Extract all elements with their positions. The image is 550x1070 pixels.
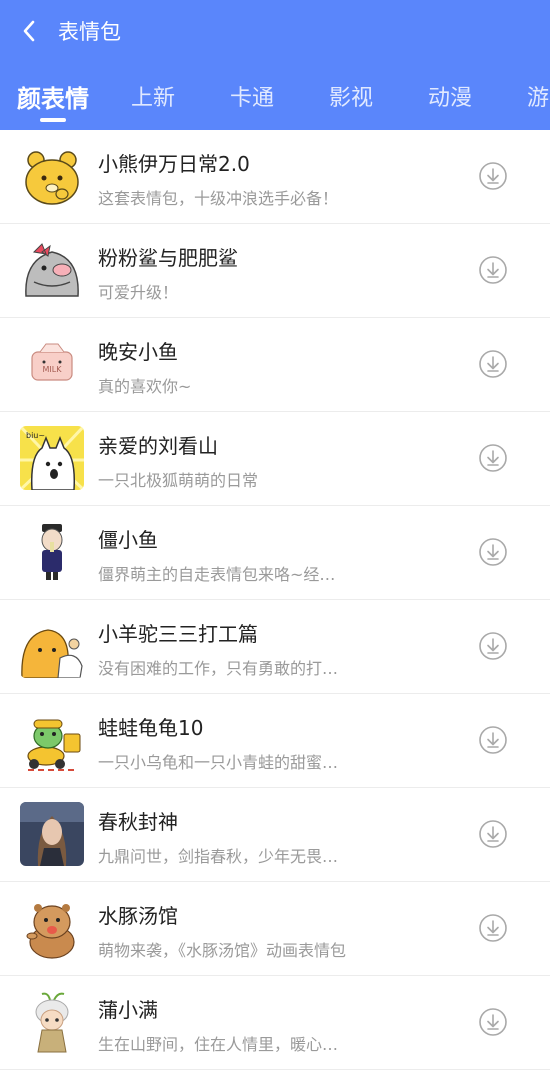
tab-katong[interactable]: 卡通 — [230, 80, 274, 112]
pack-description: 一只北极狐萌萌的日常 — [98, 471, 259, 490]
active-tab-indicator — [40, 118, 66, 122]
sticker-pack-item[interactable]: biu~ 亲爱的刘看山 一只北极狐萌萌的日常 — [0, 412, 550, 506]
pack-name: 粉粉鲨与肥肥鲨 — [98, 246, 238, 270]
pack-thumbnail: MILK — [20, 332, 84, 396]
pack-thumbnail — [20, 520, 84, 584]
download-icon[interactable] — [478, 725, 508, 755]
download-icon[interactable] — [478, 537, 508, 567]
milk-box-label: MILK — [43, 365, 63, 374]
alpaca-thumbnail-image — [21, 629, 83, 678]
download-icon[interactable] — [478, 161, 508, 191]
sticker-pack-item[interactable]: 僵小鱼 僵界萌主的自走表情包来咯~经… — [0, 506, 550, 600]
pack-name: 小羊驼三三打工篇 — [98, 622, 258, 646]
download-icon[interactable] — [478, 349, 508, 379]
pack-thumbnail: biu~ — [20, 426, 84, 490]
capybara-thumbnail-image — [26, 904, 75, 959]
pack-thumbnail — [20, 896, 84, 960]
sticker-pack-item[interactable]: 水豚汤馆 萌物来袭，《水豚汤馆》动画表情包 — [0, 882, 550, 976]
download-icon[interactable] — [478, 255, 508, 285]
pack-thumbnail — [20, 614, 84, 678]
tab-yingshi[interactable]: 影视 — [329, 80, 373, 112]
tab-shangxin[interactable]: 上新 — [131, 80, 175, 112]
download-icon[interactable] — [478, 1007, 508, 1037]
pu-xiaoman-thumbnail-image — [35, 992, 69, 1053]
sticker-pack-item[interactable]: 蛙蛙龟龟10 一只小乌龟和一只小青蛙的甜蜜… — [0, 694, 550, 788]
pack-name: 僵小鱼 — [98, 528, 158, 552]
pack-description: 可爱升级！ — [98, 283, 179, 302]
pack-description: 僵界萌主的自走表情包来咯~经… — [98, 565, 336, 584]
pack-description: 九鼎问世，剑指春秋，少年无畏… — [98, 847, 339, 866]
download-icon[interactable] — [478, 819, 508, 849]
sticker-pack-item[interactable]: 小熊伊万日常2.0 这套表情包，十级冲浪选手必备！ — [0, 130, 550, 224]
pack-description: 一只小乌龟和一只小青蛙的甜蜜… — [98, 753, 339, 772]
zombie-fish-thumbnail-image — [41, 524, 63, 580]
shark-thumbnail-image — [25, 243, 79, 297]
pack-description: 真的喜欢你~ — [98, 377, 192, 396]
milk-fish-thumbnail-image: MILK — [31, 343, 73, 381]
pack-name: 春秋封神 — [98, 810, 178, 834]
sticker-pack-item[interactable]: MILK 晚安小鱼 真的喜欢你~ — [0, 318, 550, 412]
tab-you[interactable]: 游 — [527, 80, 549, 112]
back-button[interactable] — [0, 0, 58, 62]
app-header: 表情包 颜表情 上新 卡通 影视 动漫 游 — [0, 0, 550, 130]
pack-description: 这套表情包，十级冲浪选手必备！ — [98, 189, 339, 208]
tab-dongman[interactable]: 动漫 — [428, 80, 472, 112]
page-title: 表情包 — [58, 20, 121, 44]
sticker-pack-item[interactable]: 春秋封神 九鼎问世，剑指春秋，少年无畏… — [0, 788, 550, 882]
fox-thumbnail-image: biu~ — [20, 426, 84, 490]
top-bar: 表情包 — [0, 0, 550, 62]
pack-name: 蒲小满 — [98, 998, 158, 1022]
download-icon[interactable] — [478, 631, 508, 661]
frog-turtle-thumbnail-image — [27, 719, 81, 771]
pack-thumbnail — [20, 802, 84, 866]
tab-yan-biaoqing[interactable]: 颜表情 — [17, 79, 89, 114]
chunqiu-thumbnail-image — [20, 802, 84, 866]
pack-description: 生在山野间，住在人情里，暖心… — [98, 1035, 339, 1054]
pack-name: 亲爱的刘看山 — [98, 434, 218, 458]
sticker-pack-item[interactable]: 粉粉鲨与肥肥鲨 可爱升级！ — [0, 224, 550, 318]
pack-thumbnail — [20, 708, 84, 772]
pack-description: 没有困难的工作，只有勇敢的打… — [98, 659, 339, 678]
download-icon[interactable] — [478, 443, 508, 473]
pack-thumbnail — [20, 144, 84, 208]
pack-description: 萌物来袭，《水豚汤馆》动画表情包 — [98, 941, 347, 960]
pack-thumbnail — [20, 990, 84, 1054]
pack-thumbnail — [20, 238, 84, 302]
bear-thumbnail-image — [25, 151, 79, 205]
pack-name: 水豚汤馆 — [98, 904, 178, 928]
category-tabs: 颜表情 上新 卡通 影视 动漫 游 — [0, 70, 550, 130]
chevron-left-icon — [23, 20, 35, 42]
download-icon[interactable] — [478, 913, 508, 943]
pack-name: 晚安小鱼 — [98, 340, 178, 364]
pack-name: 蛙蛙龟龟10 — [98, 716, 204, 740]
pack-name: 小熊伊万日常2.0 — [98, 152, 250, 176]
biu-sign: biu~ — [26, 431, 45, 440]
sticker-pack-list: 小熊伊万日常2.0 这套表情包，十级冲浪选手必备！ 粉粉鲨与肥肥鲨 可爱升级！ — [0, 130, 550, 1070]
sticker-pack-item[interactable]: 小羊驼三三打工篇 没有困难的工作，只有勇敢的打… — [0, 600, 550, 694]
sticker-pack-item[interactable]: 蒲小满 生在山野间，住在人情里，暖心… — [0, 976, 550, 1070]
